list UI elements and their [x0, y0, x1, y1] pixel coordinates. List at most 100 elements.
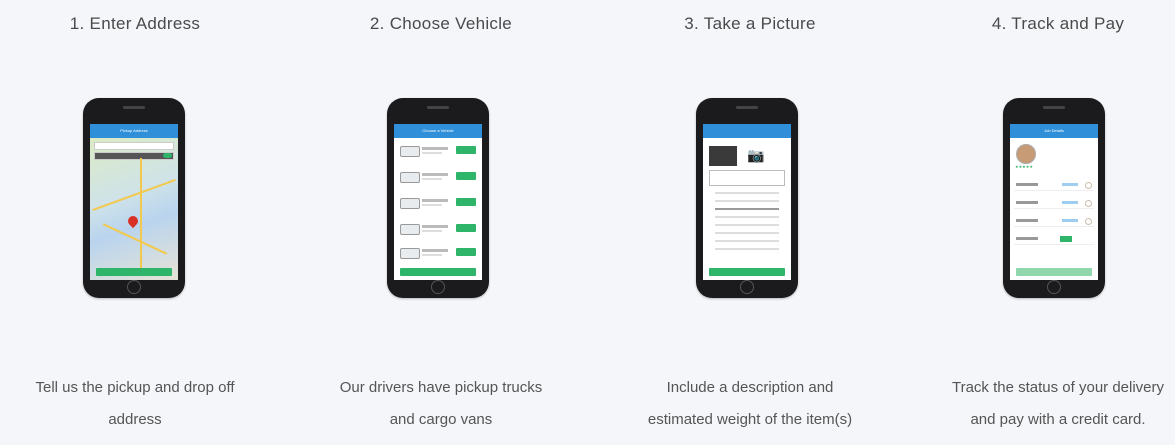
vehicle-option — [398, 168, 478, 186]
select-vehicle-button — [456, 146, 476, 154]
status-value — [1062, 183, 1078, 186]
status-row — [1014, 198, 1094, 209]
payment-row — [1014, 234, 1094, 245]
vehicle-option — [398, 194, 478, 212]
description-line: address — [108, 411, 162, 428]
phone-mockup: Job Details ★★★★★ — [1003, 98, 1105, 298]
weight-option — [715, 208, 779, 210]
status-indicator — [1085, 200, 1092, 207]
vehicle-option — [398, 142, 478, 160]
dropoff-address-field — [94, 152, 174, 160]
next-button — [1016, 268, 1092, 276]
phone-screen: Choose a Vehicle — [394, 124, 482, 280]
weight-option — [715, 248, 779, 250]
vehicle-icon — [400, 248, 420, 259]
description-line: and cargo vans — [389, 411, 493, 428]
next-button — [400, 268, 476, 276]
status-label — [1016, 183, 1038, 186]
step-choose-vehicle: 2. Choose Vehicle Choose a Vehicle Our d… — [291, 0, 591, 445]
home-button-icon — [127, 280, 141, 294]
description-line: and pay with a credit card. — [970, 411, 1146, 428]
phone-speaker — [427, 106, 449, 109]
step-title: 1. Enter Address — [69, 14, 201, 33]
select-vehicle-button — [456, 248, 476, 256]
step-description: Track the status of your delivery and pa… — [908, 372, 1175, 436]
payment-label — [1016, 237, 1038, 240]
weight-option — [715, 192, 779, 194]
description-line: Our drivers have pickup trucks — [339, 379, 543, 396]
star-rating-icon: ★★★★★ — [1015, 164, 1033, 169]
status-value — [1062, 219, 1078, 222]
phone-speaker — [736, 106, 758, 109]
vehicle-name — [422, 173, 448, 176]
status-indicator — [1085, 182, 1092, 189]
status-row — [1014, 216, 1094, 227]
step-track-and-pay: 4. Track and Pay Job Details ★★★★★ Track… — [908, 0, 1175, 445]
camera-icon: 📷 — [747, 147, 765, 163]
weight-option — [715, 232, 779, 234]
next-button — [709, 268, 785, 276]
vehicle-name — [422, 249, 448, 252]
step-title: 3. Take a Picture — [684, 14, 816, 33]
map-road — [92, 179, 176, 211]
step-title: 4. Track and Pay — [991, 14, 1125, 33]
screen-header: Choose a Vehicle — [394, 124, 482, 138]
step-description: Tell us the pickup and drop off address — [0, 372, 285, 436]
phone-screen: Pickup Address — [90, 124, 178, 280]
description-line: estimated weight of the item(s) — [647, 411, 853, 428]
vehicle-info — [422, 204, 442, 206]
driver-avatar — [1016, 144, 1036, 164]
vehicle-icon — [400, 172, 420, 183]
vehicle-name — [422, 147, 448, 150]
select-vehicle-button — [456, 198, 476, 206]
screen-header: Job Details — [1010, 124, 1098, 138]
map-road — [102, 223, 168, 255]
vehicle-icon — [400, 198, 420, 209]
phone-speaker — [123, 106, 145, 109]
next-button — [96, 268, 172, 276]
phone-screen: 📷 — [703, 124, 791, 280]
description-box — [709, 170, 785, 186]
phone-speaker — [1043, 106, 1065, 109]
screen-header: Pickup Address — [90, 124, 178, 138]
step-description: Our drivers have pickup trucks and cargo… — [291, 372, 591, 436]
weight-option — [715, 224, 779, 226]
toggle-switch — [163, 153, 172, 158]
screen-header — [703, 124, 791, 138]
step-enter-address: 1. Enter Address Pickup Address Tell us … — [0, 0, 285, 445]
map-road — [140, 158, 142, 268]
step-description: Include a description and estimated weig… — [600, 372, 900, 436]
status-indicator — [1085, 218, 1092, 225]
vehicle-option — [398, 220, 478, 238]
vehicle-info — [422, 230, 442, 232]
step-take-picture: 3. Take a Picture 📷 Include a descriptio… — [600, 0, 900, 445]
vehicle-name — [422, 199, 448, 202]
vehicle-info — [422, 254, 442, 256]
vehicle-info — [422, 178, 442, 180]
weight-option — [715, 240, 779, 242]
vehicle-option — [398, 244, 478, 262]
map — [90, 138, 178, 280]
description-line: Include a description and — [666, 379, 834, 396]
description-line: Tell us the pickup and drop off — [35, 379, 235, 396]
status-row — [1014, 180, 1094, 191]
status-label — [1016, 219, 1038, 222]
weight-option — [715, 200, 779, 202]
status-label — [1016, 201, 1038, 204]
vehicle-info — [422, 152, 442, 154]
vehicle-name — [422, 225, 448, 228]
phone-mockup: Pickup Address — [83, 98, 185, 298]
item-photo — [709, 146, 737, 166]
status-value — [1062, 201, 1078, 204]
select-vehicle-button — [456, 172, 476, 180]
vehicle-icon — [400, 146, 420, 157]
phone-mockup: 📷 — [696, 98, 798, 298]
phone-screen: Job Details ★★★★★ — [1010, 124, 1098, 280]
select-vehicle-button — [456, 224, 476, 232]
step-title: 2. Choose Vehicle — [369, 14, 513, 33]
weight-option — [715, 216, 779, 218]
home-button-icon — [431, 280, 445, 294]
pay-button — [1060, 236, 1072, 242]
phone-mockup: Choose a Vehicle — [387, 98, 489, 298]
pickup-address-field — [94, 142, 174, 150]
